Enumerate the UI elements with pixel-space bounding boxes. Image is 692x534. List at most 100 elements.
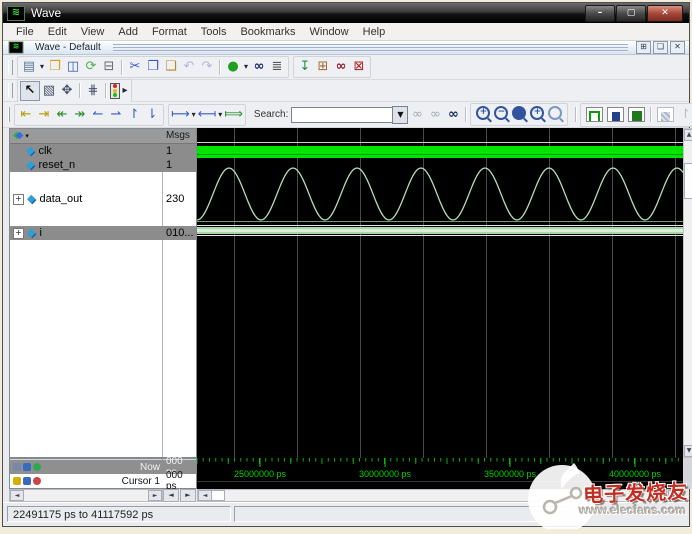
find-in-files-button[interactable]: ∞ [332, 58, 350, 76]
zoom-full-button[interactable] [512, 106, 526, 120]
redo-button[interactable]: ↷ [198, 58, 216, 76]
paste-button[interactable]: ❑ [162, 58, 180, 76]
signal-names-panel[interactable]: ◆ ◆ ▾ Msgs ◆ clk 1 ◆ reset_n 1 + ◆ data_… [9, 128, 197, 458]
edit-mode-button[interactable]: ⋕ [84, 82, 102, 100]
undo-button[interactable]: ↶ [180, 58, 198, 76]
prev-falling-edge-button[interactable]: ↼ [89, 106, 107, 124]
cursor1-row[interactable]: Cursor 1 000 ps [10, 474, 196, 488]
scroll-thumb[interactable] [684, 163, 692, 199]
zoom-in-button[interactable]: + [476, 106, 490, 120]
toolbar-handle[interactable] [8, 107, 10, 122]
add-cursor-button[interactable]: ⇤ [17, 106, 35, 124]
insert-before-button[interactable]: ⟼ [171, 106, 190, 124]
column-splitter[interactable] [162, 129, 163, 457]
copy-button[interactable]: ❐ [144, 58, 162, 76]
reload-button[interactable]: ⟳ [82, 58, 100, 76]
signal-row-i[interactable]: + ◆ i 010... [10, 226, 196, 240]
menu-bookmarks[interactable]: Bookmarks [233, 24, 302, 40]
cut-button[interactable]: ✂ [126, 58, 144, 76]
edit-cursor-icon[interactable] [23, 477, 31, 485]
save-button[interactable]: ◫ [64, 58, 82, 76]
pane-close-button[interactable]: ✕ [670, 41, 685, 54]
search-dropdown[interactable]: ▼ [392, 106, 408, 124]
search-forward-button[interactable]: ∞ [426, 106, 444, 124]
insert-after-dropdown[interactable]: ▾ [216, 106, 224, 124]
minimize-button[interactable]: – [585, 5, 615, 22]
hierarchy-button[interactable]: ≣ [268, 58, 286, 76]
names-h-scrollbar[interactable]: ◄ ► [9, 489, 163, 502]
menu-tools[interactable]: Tools [194, 24, 234, 40]
tile-windows-button[interactable]: ⊞ [314, 58, 332, 76]
scroll-left-button[interactable]: ◄ [198, 490, 212, 501]
msgs-scroll-right-button[interactable]: ► [180, 489, 196, 502]
go-dropdown[interactable]: ▾ [242, 58, 250, 76]
next-rising-edge-button[interactable]: ⇂ [143, 106, 161, 124]
scroll-right-button[interactable]: ► [668, 490, 682, 501]
scroll-right-button[interactable]: ► [148, 490, 162, 501]
insert-pointer-button[interactable]: ⟾ [224, 106, 243, 124]
toolbar-handle[interactable] [8, 60, 13, 75]
next-transition-button[interactable]: ↠ [71, 106, 89, 124]
expanded-time-event-button[interactable] [628, 107, 645, 122]
menu-help[interactable]: Help [356, 24, 393, 40]
pane-header[interactable]: ≋ Wave - Default ⊞ ❏ ✕ [3, 41, 689, 55]
expand-time-button[interactable]: ↾ [676, 106, 692, 124]
pane-drag-area[interactable] [113, 44, 628, 52]
expand-icon[interactable]: + [13, 228, 24, 239]
go-button[interactable]: ● [224, 58, 242, 76]
menu-view[interactable]: View [74, 24, 112, 40]
wave-h-scrollbar[interactable]: ◄ ► [197, 489, 683, 502]
titlebar[interactable]: ≋ Wave – ▢ ✕ [3, 3, 689, 23]
pane-undock-button[interactable]: ❏ [653, 41, 668, 54]
mail-icon[interactable] [23, 463, 31, 471]
new-button[interactable]: ▤ [20, 58, 38, 76]
search-input[interactable] [291, 107, 392, 123]
run-button[interactable]: ▸ [121, 82, 129, 100]
restore-button[interactable]: ↧ [296, 58, 314, 76]
close-button[interactable]: ✕ [647, 5, 683, 22]
timeline-ruler[interactable]: 25000000 ps30000000 ps35000000 ps4000000… [197, 458, 683, 489]
print-button[interactable]: ⊟ [100, 58, 118, 76]
zoom-out-button[interactable]: − [494, 106, 508, 120]
group-dropdown-icon[interactable]: ▾ [25, 130, 29, 142]
scroll-up-button[interactable]: ▲ [684, 129, 692, 141]
menu-edit[interactable]: Edit [41, 24, 74, 40]
expand-all-button[interactable] [657, 107, 674, 122]
prev-transition-button[interactable]: ↞ [53, 106, 71, 124]
next-falling-edge-button[interactable]: ⇀ [107, 106, 125, 124]
clip-icon[interactable] [13, 463, 21, 471]
menu-window[interactable]: Window [303, 24, 356, 40]
zoom-cursor-button[interactable]: + [530, 106, 544, 120]
names-header[interactable]: ◆ ◆ ▾ Msgs [10, 129, 196, 144]
zoom-range-button[interactable] [548, 106, 562, 120]
toolbar-handle[interactable] [8, 83, 13, 98]
find-button[interactable]: ∞ [250, 58, 268, 76]
pan-mode-button[interactable]: ✥ [58, 82, 76, 100]
menu-file[interactable]: File [9, 24, 41, 40]
expanded-time-off-button[interactable] [586, 107, 603, 122]
msgs-scroll-left-button[interactable]: ◄ [163, 489, 179, 502]
scroll-thumb[interactable] [211, 490, 225, 501]
wave-vertical-scrollbar[interactable]: ▲ ▼ [683, 128, 692, 458]
open-button[interactable]: ❒ [46, 58, 64, 76]
waveform-panel[interactable] [197, 128, 683, 458]
signal-row-data-out[interactable]: + ◆ data_out 230 [10, 192, 196, 206]
menu-add[interactable]: Add [111, 24, 145, 40]
delete-button[interactable]: ⊠ [350, 58, 368, 76]
select-mode-button[interactable]: ↖ [20, 81, 40, 101]
advanced-search-button[interactable]: ∞ [444, 106, 462, 124]
stop-sim-icon[interactable] [110, 83, 120, 99]
remove-cursor-icon[interactable] [33, 477, 41, 485]
prev-rising-edge-button[interactable]: ↾ [125, 106, 143, 124]
scroll-down-button[interactable]: ▼ [684, 445, 692, 457]
wave-canvas[interactable] [197, 128, 683, 458]
insert-after-button[interactable]: ⟻ [198, 106, 217, 124]
zoom-mode-button[interactable]: ▧ [40, 82, 58, 100]
pane-maximize-button[interactable]: ⊞ [636, 41, 651, 54]
search-reverse-button[interactable]: ∞ [408, 106, 426, 124]
scroll-left-button[interactable]: ◄ [10, 490, 24, 501]
lock-icon[interactable] [13, 477, 21, 485]
maximize-button[interactable]: ▢ [616, 5, 646, 22]
signal-row-clk[interactable]: ◆ clk 1 [10, 144, 196, 158]
expand-icon[interactable]: + [13, 194, 24, 205]
